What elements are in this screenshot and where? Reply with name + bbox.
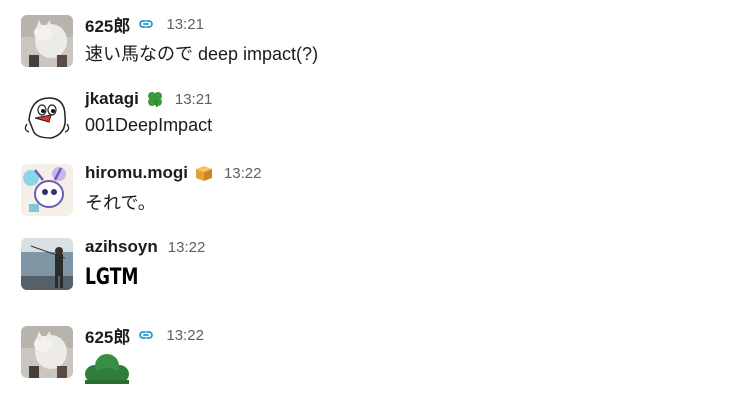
message-header: 625郎 13:22: [85, 323, 204, 347]
timestamp[interactable]: 13:21: [166, 16, 204, 33]
link-icon: [136, 15, 156, 33]
message-text: 001DeepImpact: [85, 115, 213, 135]
message-header: jkatagi 13:21: [85, 87, 212, 111]
four-leaf-clover-icon: [145, 90, 165, 108]
message-item: 625郎 13:22: [0, 326, 744, 396]
sender-name[interactable]: azihsoyn: [85, 237, 158, 257]
message-text: 速い馬なので deep impact(?): [85, 44, 319, 64]
lgtm-emoji: LGTM: [85, 265, 139, 290]
box-icon: [194, 164, 214, 182]
sender-name[interactable]: 625郎: [85, 323, 130, 348]
link-icon: [136, 326, 156, 344]
sender-name[interactable]: 625郎: [85, 12, 130, 37]
timestamp[interactable]: 13:22: [168, 239, 206, 256]
sender-name[interactable]: jkatagi: [85, 89, 139, 109]
fishing-photo-avatar[interactable]: [21, 238, 73, 290]
character-avatar[interactable]: [21, 164, 73, 216]
message-header: hiromu.mogi 13:22: [85, 161, 262, 185]
message-header: 625郎 13:21: [85, 12, 204, 36]
message-header: azihsoyn 13:22: [85, 235, 205, 259]
timestamp[interactable]: 13:22: [224, 165, 262, 182]
cat-avatar[interactable]: [21, 326, 73, 378]
timestamp[interactable]: 13:22: [166, 327, 204, 344]
message-text: それで。: [85, 193, 156, 213]
message-item: azihsoyn 13:22 LGTM: [0, 235, 744, 308]
cat-avatar[interactable]: [21, 15, 73, 67]
message-item: jkatagi 13:21 001DeepImpact: [0, 87, 744, 160]
timestamp[interactable]: 13:21: [175, 91, 213, 108]
message-item: 625郎 13:21 速い馬なので deep impact(?): [0, 15, 744, 85]
sender-name[interactable]: hiromu.mogi: [85, 163, 188, 183]
bird-avatar[interactable]: [21, 90, 73, 142]
pine-tree-emoji: [85, 350, 129, 384]
message-item: hiromu.mogi 13:22 それで。: [0, 161, 744, 234]
